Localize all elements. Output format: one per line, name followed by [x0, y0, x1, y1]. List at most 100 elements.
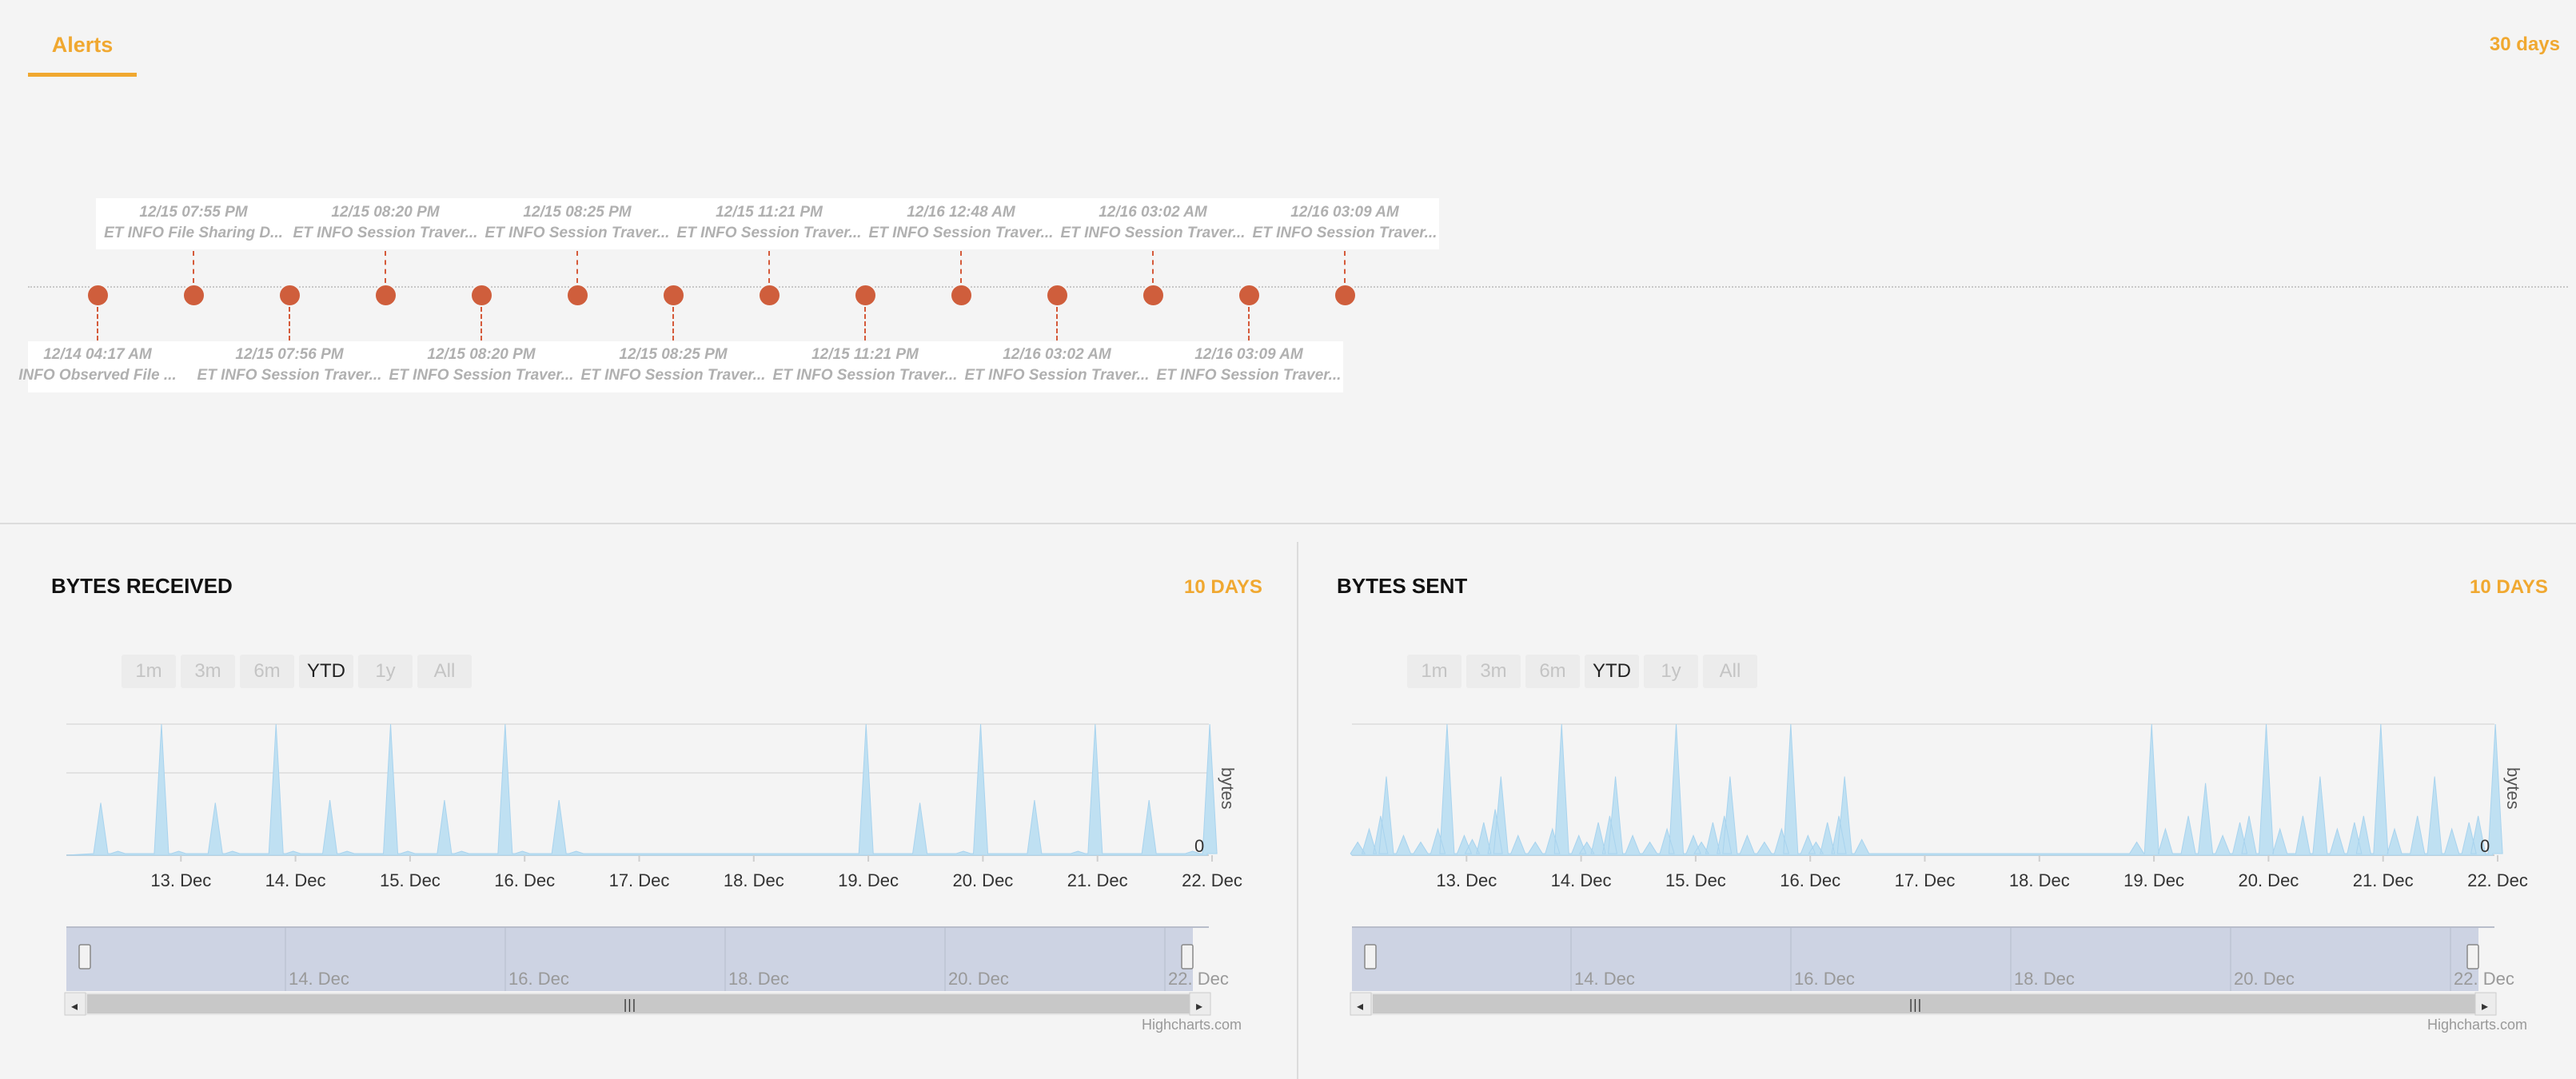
- bytes-area-series[interactable]: [1350, 723, 2503, 856]
- x-tick-label: 17. Dec: [609, 870, 670, 890]
- navigator-tick-label: 14. Dec: [289, 969, 349, 989]
- alert-marker[interactable]: [566, 284, 589, 307]
- alert-signature[interactable]: ET INFO Session Traver...: [868, 222, 1054, 245]
- alert-connector: [193, 251, 194, 283]
- alert-signature[interactable]: ET INFO Session Traver...: [197, 364, 382, 387]
- navigator-tick-label: 22. Dec: [1168, 969, 1229, 989]
- bytes-received-range[interactable]: 10 DAYS: [1184, 576, 1262, 599]
- range-button-ytd[interactable]: YTD: [299, 655, 353, 688]
- alert-marker[interactable]: [854, 284, 877, 307]
- alert-time: 12/15 08:25 PM: [619, 346, 728, 363]
- scrollbar-thumb[interactable]: [87, 994, 1190, 1013]
- x-tick-label: 13. Dec: [150, 870, 211, 890]
- alert-marker[interactable]: [278, 284, 301, 307]
- alert-connector: [289, 307, 290, 340]
- navigator-right-handle[interactable]: [1181, 944, 1194, 970]
- range-button-1y[interactable]: 1y: [358, 655, 413, 688]
- alert-time: 12/15 07:56 PM: [235, 346, 344, 363]
- range-button-1m[interactable]: 1m: [1407, 655, 1461, 688]
- alert-signature[interactable]: ET INFO Session Traver...: [484, 222, 670, 245]
- alerts-range-label[interactable]: 30 days: [2490, 34, 2560, 56]
- alert-signature[interactable]: ET INFO File Sharing D...: [101, 222, 286, 245]
- x-tick-label: 16. Dec: [494, 870, 555, 890]
- highcharts-credit[interactable]: Highcharts.com: [2427, 1017, 2527, 1033]
- alert-signature[interactable]: ET INFO Session Traver...: [389, 364, 574, 387]
- y-axis-title: bytes: [2503, 767, 2523, 810]
- navigator-tick-label: 18. Dec: [728, 969, 789, 989]
- alert-connector: [672, 307, 674, 340]
- x-tick-label: 18. Dec: [724, 870, 784, 890]
- alert-marker[interactable]: [1046, 284, 1069, 307]
- navigator-selection[interactable]: [66, 927, 1193, 991]
- tab-alerts[interactable]: Alerts: [28, 24, 137, 77]
- navigator-left-handle[interactable]: [78, 944, 91, 970]
- alert-signature[interactable]: INFO Observed File ...: [5, 364, 190, 387]
- highcharts-credit[interactable]: Highcharts.com: [1142, 1017, 1242, 1033]
- alert-marker[interactable]: [1142, 284, 1165, 307]
- navigator-tick-label: 20. Dec: [948, 969, 1009, 989]
- alert-signature[interactable]: ET INFO Session Traver...: [772, 364, 958, 387]
- range-button-all[interactable]: All: [1703, 655, 1757, 688]
- alert-connector: [960, 251, 962, 283]
- alert-marker[interactable]: [470, 284, 493, 307]
- bytes-area-series[interactable]: [66, 723, 1218, 856]
- range-button-3m[interactable]: 3m: [1466, 655, 1521, 688]
- alert-marker[interactable]: [1334, 284, 1357, 307]
- navigator-tick-label: 16. Dec: [508, 969, 569, 989]
- alert-connector: [97, 307, 98, 340]
- scrollbar-thumb[interactable]: [1373, 994, 2475, 1013]
- alert-time: 12/16 03:09 AM: [1194, 346, 1303, 363]
- alert-marker[interactable]: [758, 284, 781, 307]
- bytes-received-title: BYTES RECEIVED: [51, 574, 233, 598]
- navigator-selection[interactable]: [1352, 927, 2478, 991]
- bytes-received-chart[interactable]: bytes 0 13. Dec 14. Dec 15. Dec 16. Dec 17. De…: [0, 703, 1297, 1055]
- bytes-sent-range-selector: 1m 3m 6m YTD 1y All: [1407, 655, 1759, 688]
- alert-marker[interactable]: [374, 284, 397, 307]
- x-tick-label: 15. Dec: [1665, 870, 1726, 890]
- range-button-6m[interactable]: 6m: [240, 655, 294, 688]
- alert-signature[interactable]: ET INFO Session Traver...: [1156, 364, 1342, 387]
- x-tick-label: 14. Dec: [265, 870, 326, 890]
- navigator-tick-label: 22. Dec: [2454, 969, 2514, 989]
- bytes-sent-range[interactable]: 10 DAYS: [2470, 576, 2548, 599]
- range-button-3m[interactable]: 3m: [181, 655, 235, 688]
- x-tick-label: 21. Dec: [2353, 870, 2414, 890]
- range-button-6m[interactable]: 6m: [1525, 655, 1580, 688]
- x-tick-label: 20. Dec: [952, 870, 1013, 890]
- alert-signature[interactable]: ET INFO Session Traver...: [1060, 222, 1246, 245]
- scroll-right-icon: ▸: [2482, 998, 2488, 1013]
- navigator-right-handle[interactable]: [2466, 944, 2479, 970]
- x-tick-label: 19. Dec: [2123, 870, 2184, 890]
- alert-marker[interactable]: [182, 284, 205, 307]
- alert-signature[interactable]: ET INFO Session Traver...: [964, 364, 1150, 387]
- range-button-1y[interactable]: 1y: [1644, 655, 1698, 688]
- y-tick-label: 0: [1194, 836, 1204, 856]
- bytes-sent-chart[interactable]: bytes 0 13. Dec 14. Dec 15. Dec 16. Dec 17. De…: [1286, 703, 2576, 1055]
- alert-signature[interactable]: ET INFO Session Traver...: [293, 222, 478, 245]
- navigator-left-handle[interactable]: [1364, 944, 1377, 970]
- x-tick-label: 13. Dec: [1436, 870, 1497, 890]
- scroll-left-icon: ◂: [1357, 998, 1363, 1013]
- alert-marker[interactable]: [662, 284, 685, 307]
- alert-marker[interactable]: [86, 284, 110, 307]
- range-button-1m[interactable]: 1m: [122, 655, 176, 688]
- alert-connector: [385, 251, 386, 283]
- alert-marker[interactable]: [950, 284, 973, 307]
- alert-time: 12/15 11:21 PM: [811, 346, 919, 363]
- alert-time: 12/16 03:02 AM: [1099, 204, 1207, 221]
- alert-signature[interactable]: ET INFO Session Traver...: [1252, 222, 1438, 245]
- alert-time: 12/16 03:09 AM: [1290, 204, 1399, 221]
- section-divider: [0, 523, 2576, 524]
- alert-time: 12/14 04:17 AM: [43, 346, 152, 363]
- alert-signature[interactable]: ET INFO Session Traver...: [676, 222, 862, 245]
- alert-connector: [576, 251, 578, 283]
- x-tick-label: 22. Dec: [1182, 870, 1242, 890]
- alert-marker[interactable]: [1238, 284, 1261, 307]
- range-button-all[interactable]: All: [417, 655, 472, 688]
- y-tick-label: 0: [2480, 836, 2490, 856]
- alert-signature[interactable]: ET INFO Session Traver...: [580, 364, 766, 387]
- scroll-left-icon: ◂: [71, 998, 78, 1013]
- bytes-sent-title: BYTES SENT: [1337, 574, 1468, 598]
- alert-connector: [481, 307, 482, 340]
- range-button-ytd[interactable]: YTD: [1585, 655, 1639, 688]
